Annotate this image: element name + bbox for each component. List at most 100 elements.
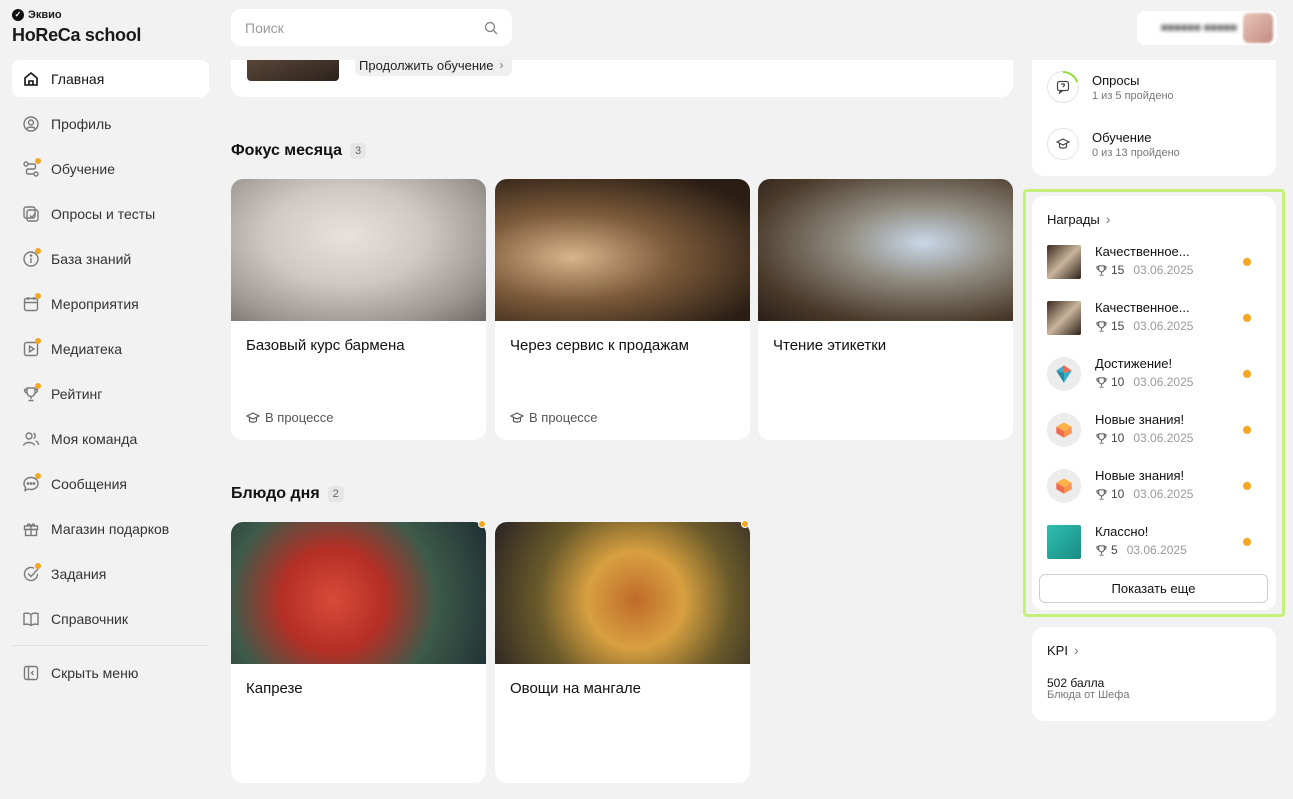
surveys-progress-ring	[1047, 71, 1079, 103]
reward-item[interactable]: Новые знания! 10 03.06.2025	[1047, 468, 1261, 504]
trophy-icon	[1096, 432, 1107, 444]
rewards-card: Награды › Качественное... 15 03.06.2025 …	[1032, 196, 1276, 610]
trophy-icon	[1096, 264, 1107, 276]
media-icon	[22, 337, 41, 358]
sidebar-item-events[interactable]: Мероприятия	[12, 285, 209, 322]
trophy-icon	[22, 382, 41, 403]
course-status-label: В процессе	[265, 410, 334, 425]
chevron-right-icon: ›	[499, 58, 504, 72]
nav-list: Главная Профиль Обучение Опросы и тесты	[12, 60, 209, 645]
sidebar-item-gift-shop[interactable]: Магазин подарков	[12, 510, 209, 547]
notification-dot	[35, 382, 41, 389]
continue-learning-button[interactable]: Продолжить обучение ›	[355, 54, 512, 76]
sidebar-item-team[interactable]: Моя команда	[12, 420, 209, 457]
progress-stats-card: Опросы 1 из 5 пройдено Обучение 0 из 13 …	[1032, 60, 1276, 176]
sidebar-item-rating[interactable]: Рейтинг	[12, 375, 209, 412]
sidebar-item-messages[interactable]: Сообщения	[12, 465, 209, 502]
reward-item[interactable]: Новые знания! 10 03.06.2025	[1047, 412, 1261, 448]
course-image	[758, 179, 1013, 321]
course-title: Чтение этикетки	[773, 337, 887, 354]
kpi-value: 502 балла	[1047, 676, 1105, 690]
gift-icon	[22, 520, 40, 538]
reward-meta: 15 03.06.2025	[1095, 319, 1193, 333]
brand-title[interactable]: HoReCa school	[12, 25, 141, 46]
reward-date: 03.06.2025	[1133, 487, 1194, 501]
new-badge-dot	[741, 520, 749, 528]
sidebar-item-knowledge-base[interactable]: База знаний	[12, 240, 209, 277]
course-thumbnail	[247, 60, 339, 81]
book-icon	[22, 610, 40, 628]
reward-item[interactable]: Качественное... 15 03.06.2025	[1047, 244, 1261, 280]
stat-subtitle: 0 из 13 пройдено	[1092, 146, 1180, 159]
learning-icon	[22, 157, 41, 178]
hide-menu-button[interactable]: Скрыть меню	[12, 654, 209, 691]
sidebar-item-label: Моя команда	[51, 430, 138, 447]
unread-dot	[1243, 482, 1251, 490]
show-more-button[interactable]: Показать еще	[1039, 574, 1268, 603]
search-input[interactable]	[245, 19, 484, 36]
sidebar-item-label: Рейтинг	[51, 385, 103, 402]
rewards-title: Награды	[1047, 211, 1100, 227]
sidebar-item-learning[interactable]: Обучение	[12, 150, 209, 187]
notification-dot	[35, 337, 41, 344]
trophy-icon	[1096, 488, 1107, 500]
sidebar-item-label: Справочник	[51, 610, 128, 627]
reward-date: 03.06.2025	[1133, 319, 1194, 333]
dish-card[interactable]: Капрезе	[231, 522, 486, 783]
trophy-icon	[1096, 376, 1107, 388]
reward-item[interactable]: Классно! 5 03.06.2025	[1047, 524, 1261, 560]
team-icon	[22, 430, 40, 448]
reward-meta: 15 03.06.2025	[1095, 263, 1193, 277]
sidebar-item-label: Обучение	[51, 160, 116, 177]
avatar	[1243, 13, 1273, 43]
surveys-stat[interactable]: Опросы 1 из 5 пройдено	[1047, 71, 1174, 103]
reward-points: 10	[1111, 375, 1125, 389]
sidebar: ✓ Эквио HoReCa school Главная Профиль Об…	[0, 0, 220, 799]
dish-image	[231, 522, 486, 664]
continue-learning-label: Продолжить обучение	[359, 57, 494, 73]
progress-arc	[1062, 71, 1079, 83]
profile-icon	[22, 115, 40, 133]
unread-dot	[1243, 370, 1251, 378]
unread-dot	[1243, 426, 1251, 434]
sidebar-item-label: Магазин подарков	[51, 520, 170, 537]
notification-dot	[35, 292, 41, 299]
reward-meta: 10 03.06.2025	[1095, 375, 1193, 389]
reward-date: 03.06.2025	[1133, 375, 1194, 389]
sidebar-item-home[interactable]: Главная	[12, 60, 209, 97]
course-status: В процессе	[510, 410, 598, 425]
user-name-blurred: ■■■■■■ ■■■■■	[1160, 22, 1237, 34]
reward-item[interactable]: Качественное... 15 03.06.2025	[1047, 300, 1261, 336]
unread-dot	[1243, 538, 1251, 546]
reward-item[interactable]: Достижение! 10 03.06.2025	[1047, 356, 1261, 392]
trophy-icon	[1096, 544, 1107, 556]
knowledge-badge-icon	[1047, 469, 1081, 503]
learning-stat[interactable]: Обучение 0 из 13 пройдено	[1047, 128, 1180, 160]
reward-points: 15	[1111, 263, 1125, 277]
brand-small-logo[interactable]: ✓ Эквио	[12, 9, 62, 21]
search-icon[interactable]	[484, 21, 498, 35]
course-card[interactable]: Через сервис к продажам В процессе	[495, 179, 750, 440]
reward-date: 03.06.2025	[1126, 543, 1187, 557]
reward-name: Новые знания!	[1095, 468, 1185, 483]
user-menu[interactable]: ■■■■■■ ■■■■■	[1137, 11, 1277, 45]
course-title: Базовый курс бармена	[246, 337, 405, 354]
sidebar-item-tasks[interactable]: Задания	[12, 555, 209, 592]
sidebar-item-label: Профиль	[51, 115, 112, 132]
sidebar-item-handbook[interactable]: Справочник	[12, 600, 209, 637]
dish-card[interactable]: Овощи на мангале	[495, 522, 750, 783]
collapse-sidebar-icon	[22, 664, 40, 682]
sidebar-item-label: Медиатека	[51, 340, 123, 357]
knowledge-badge-icon	[1047, 413, 1081, 447]
hide-menu-label: Скрыть меню	[51, 664, 139, 681]
sidebar-item-media[interactable]: Медиатека	[12, 330, 209, 367]
rewards-header-link[interactable]: Награды ›	[1047, 211, 1110, 227]
course-card[interactable]: Базовый курс бармена В процессе	[231, 179, 486, 440]
kpi-header-link[interactable]: KPI ›	[1047, 642, 1079, 658]
tasks-icon	[22, 562, 41, 583]
course-card[interactable]: Чтение этикетки	[758, 179, 1013, 440]
sidebar-item-profile[interactable]: Профиль	[12, 105, 209, 142]
reward-points: 10	[1111, 487, 1125, 501]
sidebar-item-surveys[interactable]: Опросы и тесты	[12, 195, 209, 232]
chat-icon	[22, 472, 41, 493]
